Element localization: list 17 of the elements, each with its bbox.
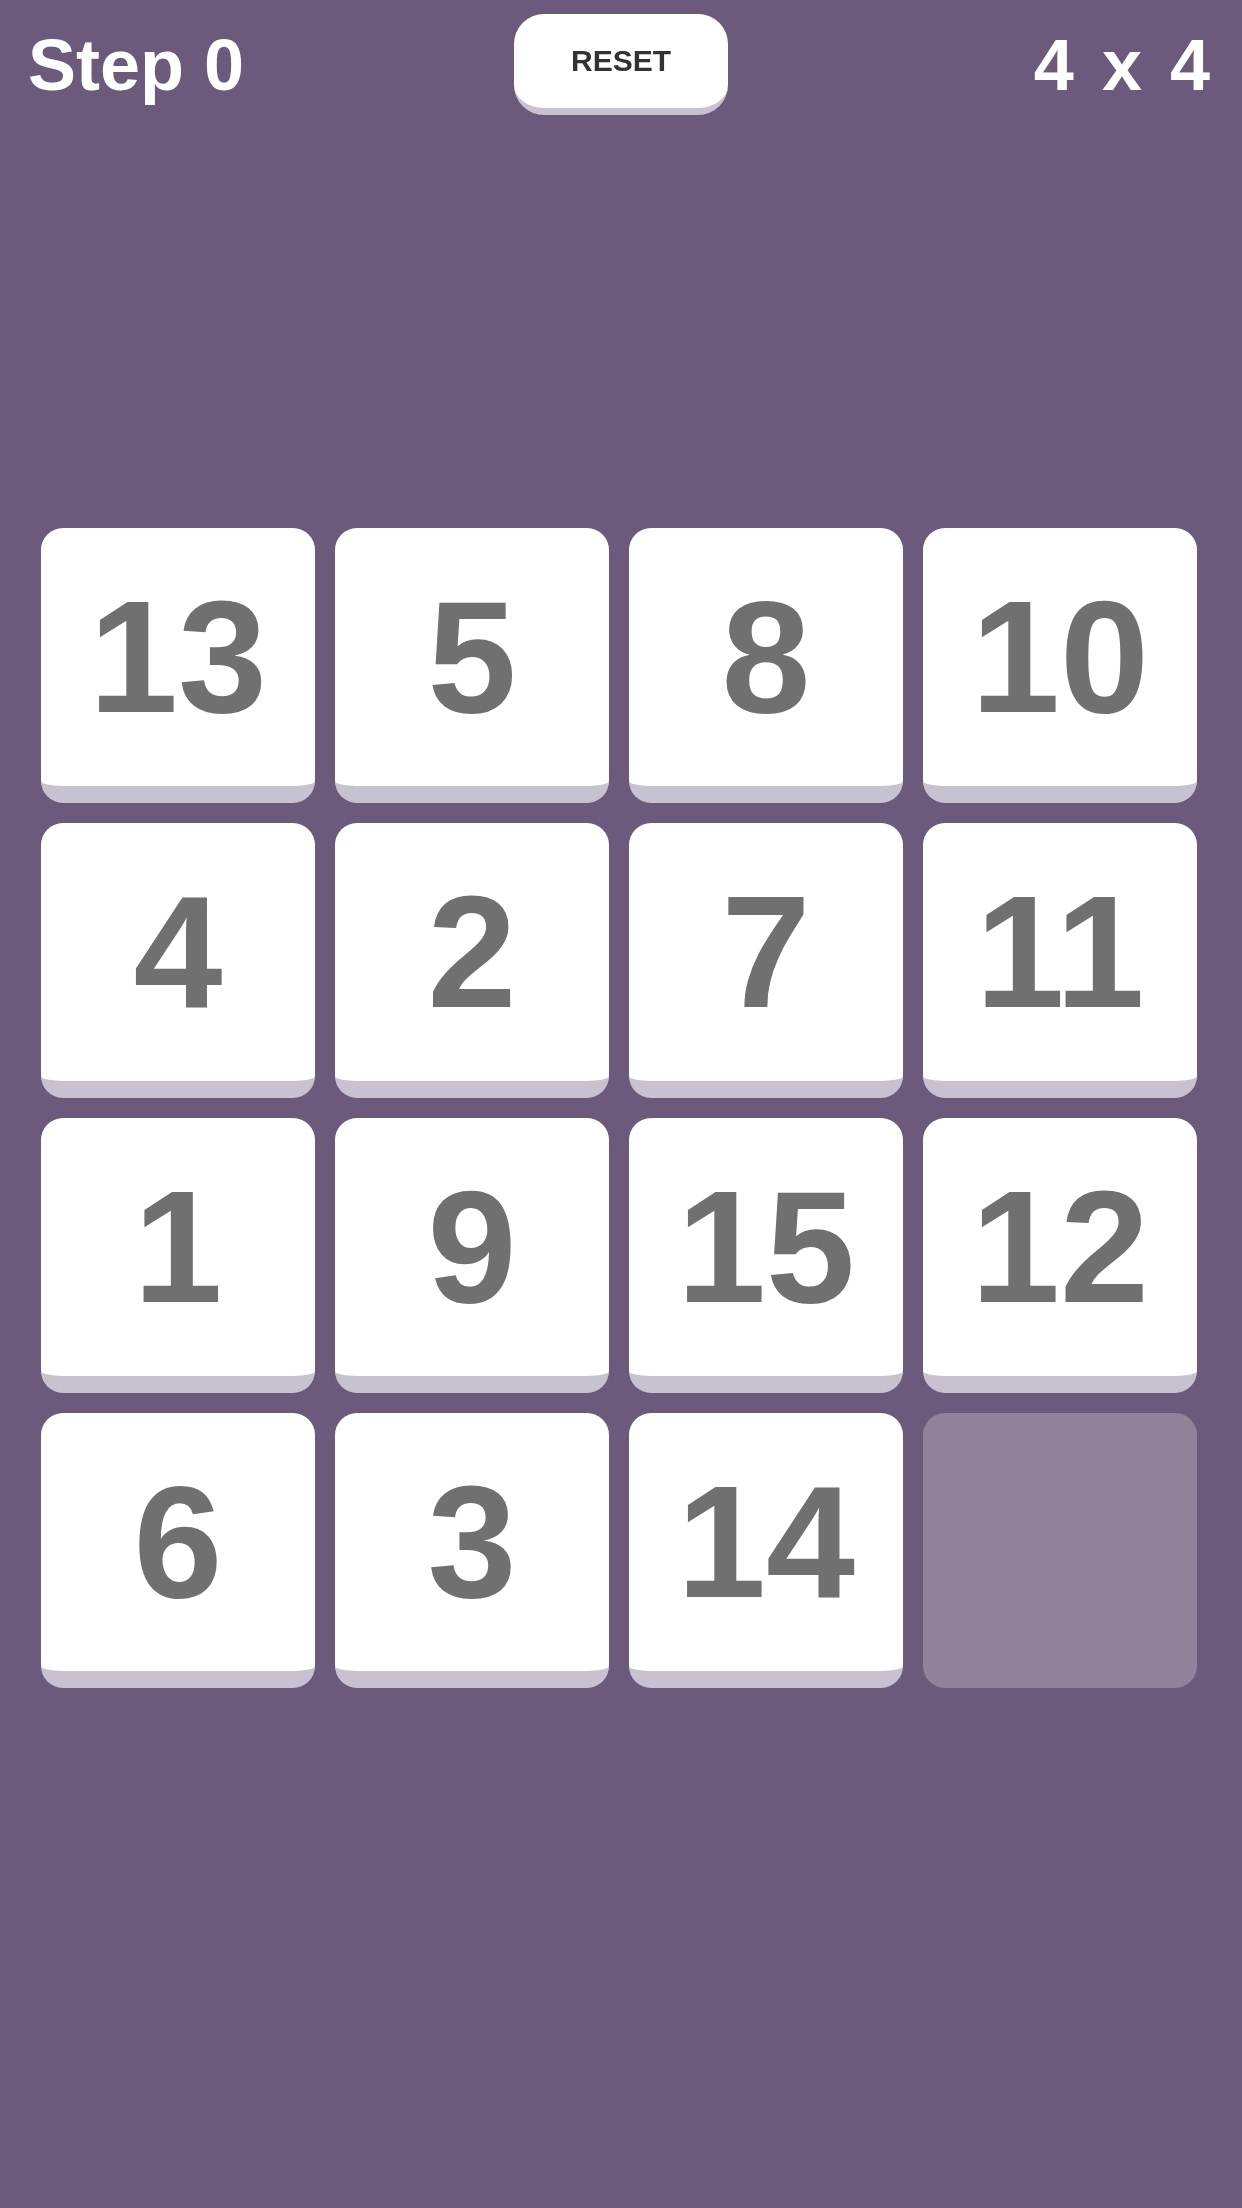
number-tile[interactable]: 2 <box>335 823 609 1098</box>
number-tile[interactable]: 13 <box>41 528 315 803</box>
number-tile[interactable]: 1 <box>41 1118 315 1393</box>
number-tile[interactable]: 12 <box>923 1118 1197 1393</box>
number-tile[interactable]: 14 <box>629 1413 903 1688</box>
number-tile[interactable]: 10 <box>923 528 1197 803</box>
grid-size-label: 4 x 4 <box>1033 28 1214 101</box>
number-tile[interactable]: 6 <box>41 1413 315 1688</box>
number-tile[interactable]: 9 <box>335 1118 609 1393</box>
number-tile[interactable]: 11 <box>923 823 1197 1098</box>
number-tile[interactable]: 8 <box>629 528 903 803</box>
number-tile[interactable]: 15 <box>629 1118 903 1393</box>
number-tile[interactable]: 3 <box>335 1413 609 1688</box>
number-tile[interactable]: 5 <box>335 528 609 803</box>
number-tile[interactable]: 7 <box>629 823 903 1098</box>
number-tile[interactable]: 4 <box>41 823 315 1098</box>
reset-button[interactable]: RESET <box>514 14 728 115</box>
